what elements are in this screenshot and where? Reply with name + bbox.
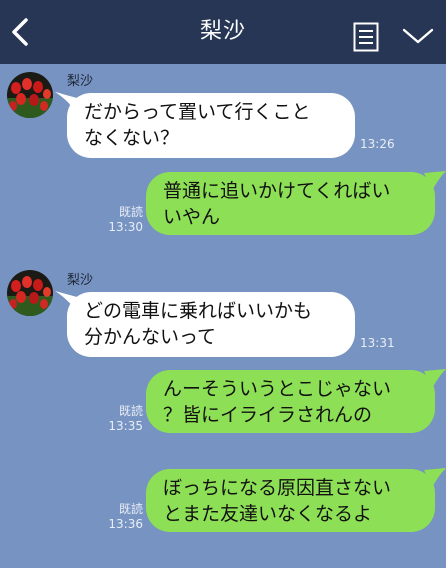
- message-line: とまた友達いなくなるよ: [163, 503, 373, 525]
- bubble-tail: [424, 468, 446, 488]
- message-line: んーそういうとこじゃない: [163, 378, 392, 400]
- bubble-tail: [424, 171, 446, 191]
- message-bubble-outgoing[interactable]: 普通に追いかけてくればい いやん: [146, 171, 446, 235]
- message-line: 普通に追いかけてくればい: [163, 180, 391, 202]
- bubble-tail: [55, 291, 77, 311]
- message-line: だからって置いて行くこと: [84, 101, 311, 123]
- message-line: どの電車に乗ればいいかも: [84, 300, 313, 322]
- avatar[interactable]: [7, 72, 53, 118]
- message-time: 13:31: [360, 336, 395, 350]
- chat-title: 梨沙: [199, 19, 246, 44]
- message-bubble-incoming[interactable]: どの電車に乗ればいいかも 分かんないって: [55, 291, 355, 357]
- message-line: なくない？: [84, 127, 180, 149]
- read-status: 既読: [118, 404, 143, 418]
- bubble-tail: [424, 369, 446, 389]
- bubble-tail: [55, 92, 77, 112]
- avatar-tulips-image: [7, 270, 53, 316]
- chat-header: 梨沙: [0, 0, 446, 64]
- chevron-down-icon[interactable]: [402, 27, 434, 45]
- sender-name: 梨沙: [67, 273, 94, 288]
- sender-name: 梨沙: [67, 74, 94, 89]
- message-line: いやん: [163, 206, 221, 228]
- message-line: 分かんないって: [84, 326, 217, 348]
- avatar[interactable]: [7, 270, 53, 316]
- message-line: ？皆にイライラされんの: [163, 404, 373, 426]
- message-time: 13:26: [360, 137, 395, 151]
- avatar-tulips-image: [7, 72, 53, 118]
- message-bubble-outgoing[interactable]: ぼっちになる原因直さない とまた友達いなくなるよ: [146, 468, 446, 532]
- read-status: 既読: [118, 205, 143, 219]
- message-line: ぼっちになる原因直さない: [163, 477, 392, 499]
- message-time: 13:35: [108, 419, 143, 433]
- message-bubble-outgoing[interactable]: んーそういうとこじゃない ？皆にイライラされんの: [146, 369, 446, 433]
- notes-icon[interactable]: [353, 22, 379, 52]
- message-bubble-incoming[interactable]: だからって置いて行くこと なくない？: [55, 92, 355, 158]
- message-time: 13:30: [108, 220, 143, 234]
- message-time: 13:36: [108, 517, 143, 531]
- read-status: 既読: [118, 502, 143, 516]
